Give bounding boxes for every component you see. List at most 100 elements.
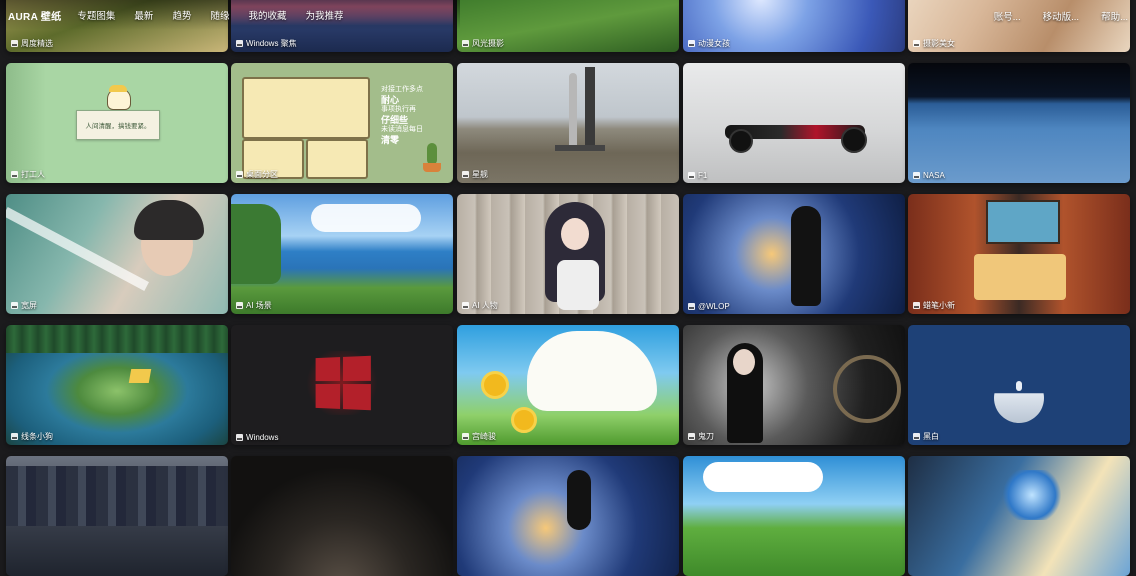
cumulus-cloud — [527, 331, 657, 411]
tile-image — [231, 194, 453, 314]
windows-pane — [315, 357, 341, 382]
wallpaper-icon — [913, 302, 920, 309]
wallpaper-icon — [236, 171, 243, 178]
launch-tower — [585, 67, 595, 147]
tile-caption: Windows — [236, 433, 278, 442]
tile-image — [6, 456, 228, 576]
wallpaper-tile[interactable] — [908, 456, 1130, 576]
mechanism — [833, 355, 901, 423]
wallpaper-tile[interactable]: 宽屏 — [6, 194, 228, 314]
cactus-icon — [427, 143, 437, 165]
wallpaper-tile[interactable] — [457, 456, 679, 576]
wallpaper-tile[interactable]: 线条小狗 — [6, 325, 228, 445]
tile-image — [908, 63, 1130, 183]
wallpaper-tile[interactable]: 对接工作多点 耐心 事项执行再 仔细些 未读消息每日 清零 桌面分区 — [231, 63, 453, 183]
nav-item-recommend[interactable]: 为我推荐 — [305, 8, 343, 22]
nav-item-latest[interactable]: 最新 — [134, 8, 153, 22]
rocket — [569, 73, 577, 147]
wallpaper-grid: 周度精选 Windows 聚焦 风光摄影 动漫女孩 摄影美女 人间清醒，搞钱要紧… — [0, 0, 1136, 576]
wallpaper-tile[interactable]: F1 — [683, 63, 905, 183]
windows-logo-icon — [315, 355, 371, 411]
wallpaper-tile[interactable]: 黑白 — [908, 325, 1130, 445]
launch-pad — [555, 145, 605, 151]
sunflower — [511, 407, 537, 433]
wallpaper-icon — [462, 302, 469, 309]
wallpaper-tile[interactable]: 鬼刀 — [683, 325, 905, 445]
top-navigation: AURA 壁纸 专题图集 最新 趋势 随缘 我的收藏 为我推荐 — [0, 0, 460, 30]
anime-girl-shirt — [557, 260, 599, 310]
tile-caption: 摄影美女 — [913, 38, 955, 49]
wallpaper-tile[interactable] — [231, 456, 453, 576]
window-view — [986, 200, 1060, 244]
wallpaper-tile[interactable]: Windows — [231, 325, 453, 445]
help-link[interactable]: 帮助... — [1101, 9, 1128, 23]
wallpaper-icon — [11, 171, 18, 178]
violinist — [791, 206, 821, 306]
tile-image — [683, 194, 905, 314]
tile-caption: Windows 聚焦 — [236, 38, 297, 49]
wallpaper-icon — [913, 40, 920, 47]
tile-caption: NASA — [913, 171, 945, 180]
wallpaper-tile[interactable]: 蜡笔小新 — [908, 194, 1130, 314]
wallpaper-tile[interactable]: @WLOP — [683, 194, 905, 314]
tile-image — [908, 325, 1130, 445]
zone-big — [242, 77, 370, 139]
wallpaper-icon — [688, 172, 695, 179]
cloud — [703, 462, 823, 492]
tile-image — [231, 325, 453, 445]
glass-flower — [1002, 470, 1062, 520]
mobile-link[interactable]: 移动版... — [1043, 9, 1079, 23]
zone-small-2 — [306, 139, 368, 179]
astronaut — [1016, 381, 1022, 391]
tile-caption: 风光摄影 — [462, 38, 504, 49]
tile-caption: 桌面分区 — [236, 169, 278, 180]
fabric-stripe — [6, 207, 149, 291]
wallpaper-tile[interactable] — [6, 456, 228, 576]
sunflower — [481, 371, 509, 399]
tile-image: 对接工作多点 耐心 事项执行再 仔细些 未读消息每日 清零 — [231, 63, 453, 183]
cliff — [231, 204, 281, 284]
nav-item-favorites[interactable]: 我的收藏 — [248, 8, 286, 22]
account-link[interactable]: 账号... — [994, 9, 1021, 23]
wallpaper-tile[interactable]: 摄影美女 — [908, 0, 1130, 52]
wallpaper-icon — [462, 433, 469, 440]
tile-image — [908, 194, 1130, 314]
wallpaper-tile[interactable]: 人间清醒，搞钱要紧。 打工人 — [6, 63, 228, 183]
tile-image — [457, 325, 679, 445]
wallpaper-tile[interactable]: AI 场景 — [231, 194, 453, 314]
tile-caption: @WLOP — [688, 302, 730, 311]
nav-item-topics[interactable]: 专题图集 — [77, 8, 115, 22]
anime-girl-face — [561, 218, 589, 250]
wallpaper-icon — [688, 303, 695, 310]
wallpaper-icon — [688, 433, 695, 440]
tile-image — [457, 63, 679, 183]
wallpaper-icon — [462, 171, 469, 178]
tile-image — [6, 325, 228, 445]
wallpaper-icon — [11, 40, 18, 47]
windows-pane — [342, 355, 371, 381]
app-brand[interactable]: AURA 壁纸 — [0, 8, 61, 23]
wallpaper-icon — [11, 302, 18, 309]
wallpaper-tile[interactable]: 宫崎骏 — [457, 325, 679, 445]
wallpaper-tile[interactable]: 动漫女孩 — [683, 0, 905, 52]
tile-caption: F1 — [688, 171, 707, 180]
cloud — [311, 204, 421, 232]
wallpaper-tile[interactable]: AI 人物 — [457, 194, 679, 314]
tile-image — [908, 456, 1130, 576]
nav-item-random[interactable]: 随缘 — [210, 8, 229, 22]
portrait-hair — [134, 200, 204, 240]
cactus-pot — [423, 163, 441, 172]
tile-caption: 周度精选 — [11, 38, 53, 49]
wallpaper-icon — [236, 302, 243, 309]
tile-caption: 宫崎骏 — [462, 431, 496, 442]
wallpaper-tile[interactable]: NASA — [908, 63, 1130, 183]
nav-item-trending[interactable]: 趋势 — [172, 8, 191, 22]
wallpaper-tile[interactable]: 星舰 — [457, 63, 679, 183]
tile-image: 人间清醒，搞钱要紧。 — [6, 63, 228, 183]
zone-text: 对接工作多点 耐心 事项执行再 仔细些 未读消息每日 清零 — [381, 86, 423, 145]
wallpaper-tile[interactable] — [683, 456, 905, 576]
wallpaper-icon — [462, 40, 469, 47]
tile-image — [457, 456, 679, 576]
tile-image — [683, 456, 905, 576]
wallpaper-tile[interactable]: 风光摄影 — [457, 0, 679, 52]
